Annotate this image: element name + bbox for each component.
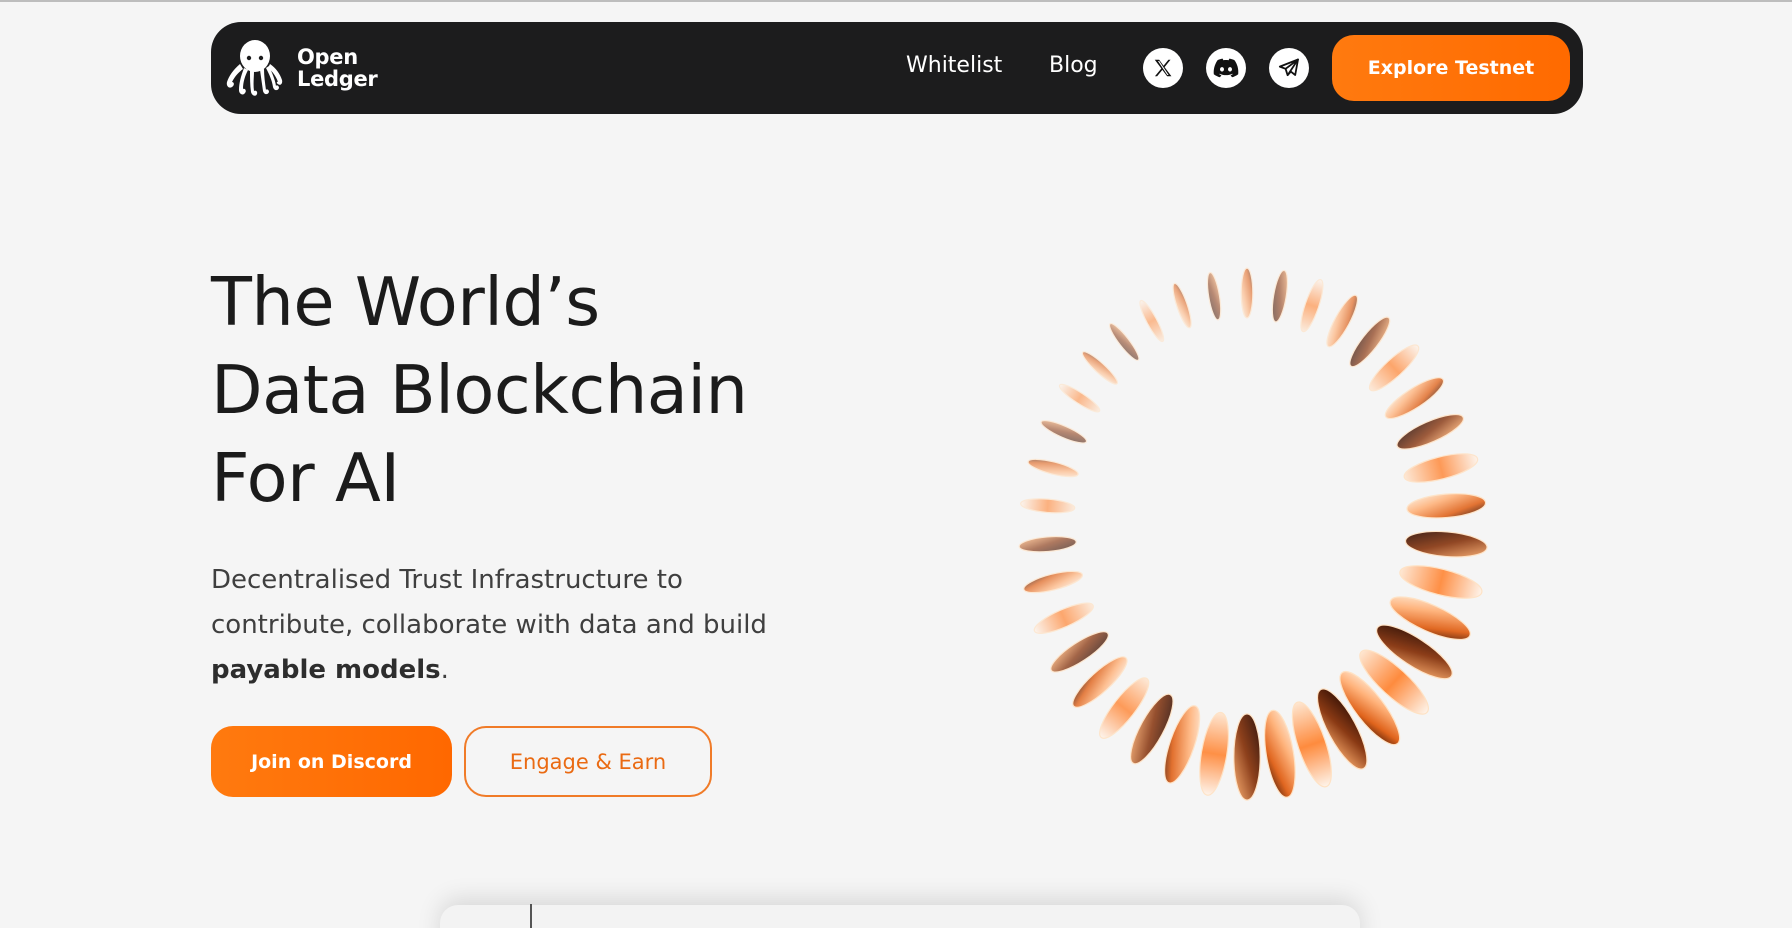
page: Open Ledger Whitelist Blog Explore Testn… — [0, 0, 1792, 928]
hero-title-line: The World’s — [211, 263, 600, 341]
telegram-icon — [1278, 58, 1299, 77]
hero-subtitle-text: Decentralised Trust Infrastructure to co… — [211, 565, 767, 640]
ring-fin — [1018, 535, 1077, 553]
ring-fin — [1058, 383, 1101, 413]
octopus-icon — [226, 40, 283, 96]
ring-fin — [1271, 269, 1289, 323]
bottom-card-divider — [530, 904, 532, 928]
join-discord-button[interactable]: Join on Discord — [211, 726, 452, 797]
x-icon — [1154, 59, 1172, 77]
ring-fin — [1023, 570, 1084, 594]
ring-fin — [1233, 713, 1261, 801]
explore-testnet-button[interactable]: Explore Testnet — [1332, 35, 1570, 101]
hero-subtitle-emphasis: payable models — [211, 655, 441, 685]
ring-fin — [1081, 351, 1118, 385]
discord-icon — [1213, 58, 1239, 78]
orange-ring-art — [1018, 267, 1488, 801]
navbar: Open Ledger Whitelist Blog Explore Testn… — [211, 22, 1583, 114]
ring-fin — [1300, 278, 1324, 333]
brand-name-line1: Open — [297, 45, 358, 69]
ring-fin — [1406, 493, 1487, 519]
ring-fin — [1326, 294, 1359, 348]
hero-title-line: Data Blockchain — [211, 351, 748, 429]
ring-fin — [1403, 453, 1479, 483]
ring-fin — [1206, 271, 1222, 321]
ring-fin — [1108, 322, 1140, 361]
discord-social-button[interactable] — [1206, 48, 1246, 88]
hero-title-line: For AI — [211, 439, 400, 517]
nav-link-whitelist[interactable]: Whitelist — [906, 52, 1002, 80]
brand-name: Open Ledger — [297, 46, 378, 90]
ring-fin — [1404, 530, 1488, 558]
hero-subtitle-end: . — [440, 655, 449, 685]
ring-fins — [1018, 267, 1488, 801]
ring-fin — [1199, 711, 1230, 796]
ring-fin — [1033, 602, 1094, 634]
brand-name-line2: Ledger — [297, 67, 378, 91]
ring-fin — [1172, 282, 1192, 329]
ring-fin — [1240, 267, 1254, 319]
x-social-button[interactable] — [1143, 48, 1183, 88]
bottom-card — [440, 905, 1360, 928]
telegram-social-button[interactable] — [1269, 48, 1309, 88]
engage-earn-button[interactable]: Engage & Earn — [464, 726, 712, 797]
brand-logo[interactable]: Open Ledger — [223, 36, 378, 100]
ring-fin — [1040, 419, 1088, 444]
ring-fin — [1027, 458, 1079, 478]
nav-link-blog[interactable]: Blog — [1049, 52, 1098, 80]
ring-fin — [1139, 299, 1165, 343]
ring-fin — [1020, 498, 1076, 514]
top-divider — [0, 0, 1792, 2]
hero-subtitle: Decentralised Trust Infrastructure to co… — [211, 558, 771, 693]
hero-title: The World’s Data Blockchain For AI — [211, 258, 748, 522]
